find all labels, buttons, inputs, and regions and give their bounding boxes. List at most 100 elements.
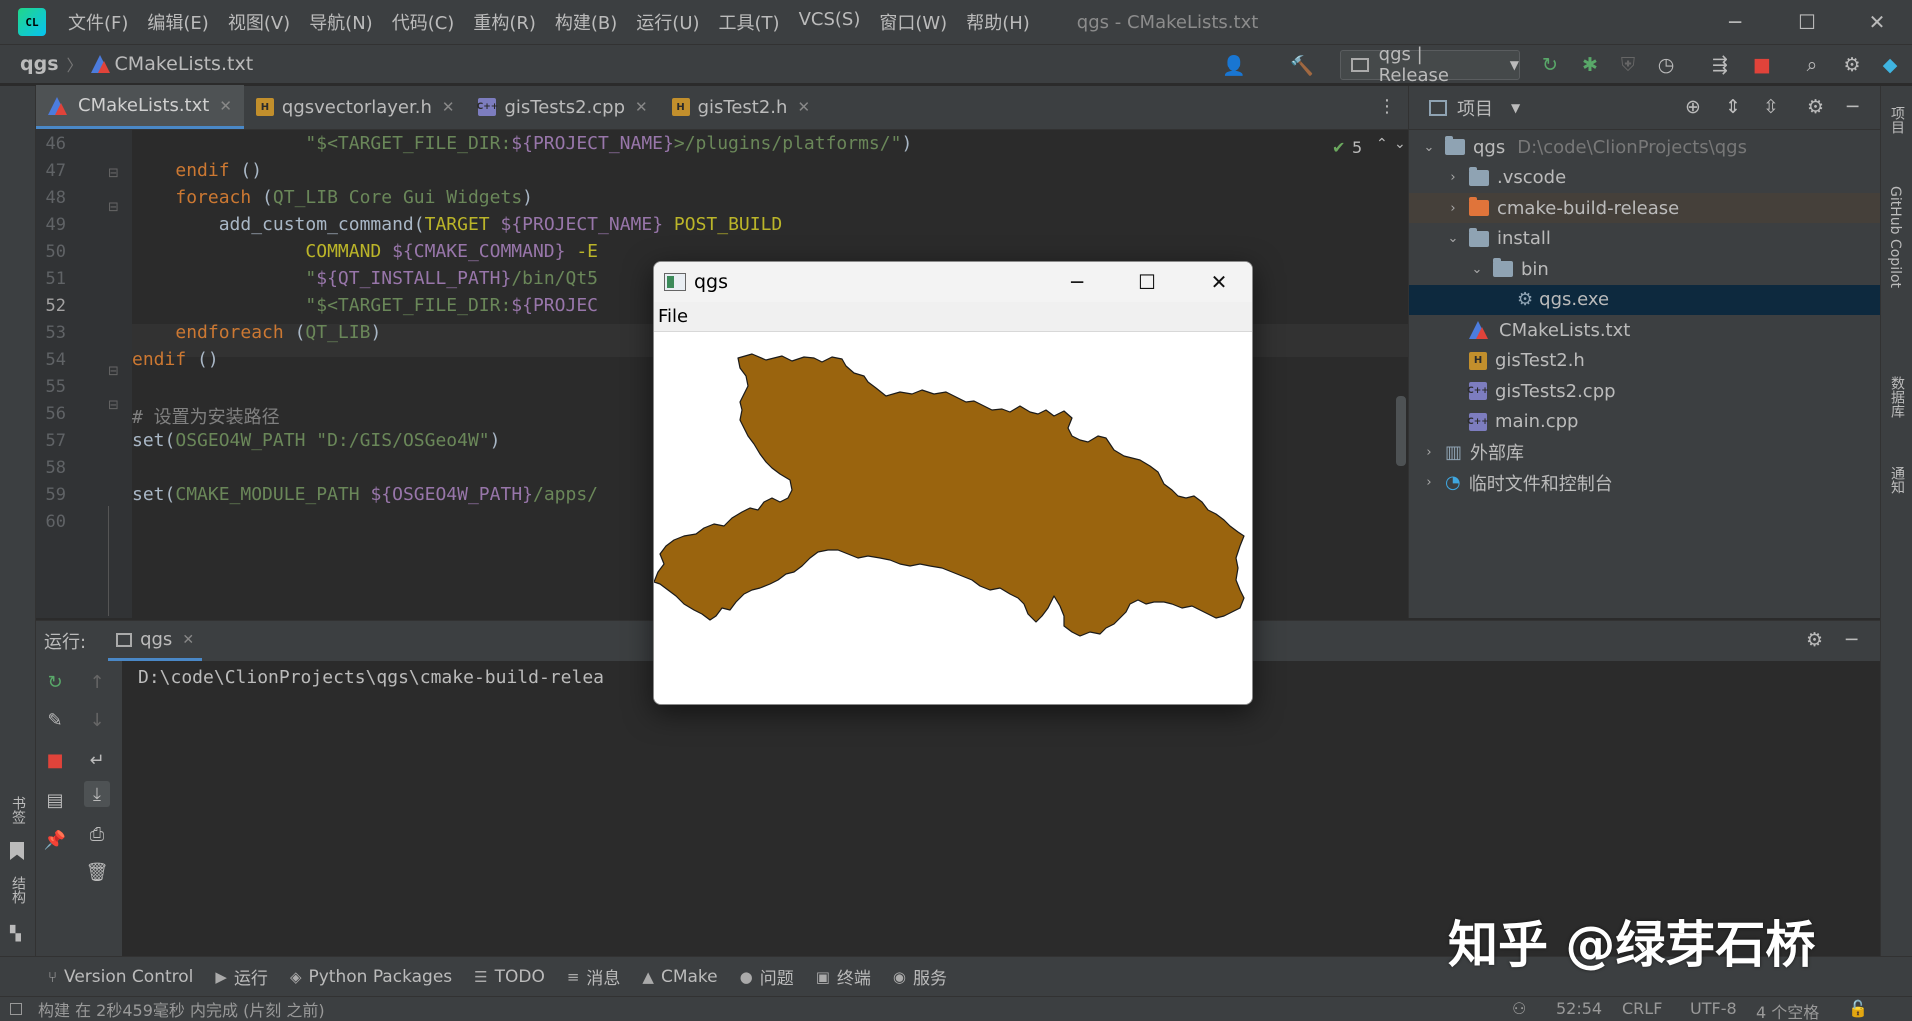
code-line[interactable]: foreach (QT_LIB Core Gui Widgets)	[132, 187, 533, 208]
line-ending[interactable]: CRLF	[1622, 999, 1662, 1018]
bottom-tab[interactable]: ▣ 终端	[816, 964, 871, 990]
vcs-icon[interactable]: ⚇	[1512, 999, 1526, 1018]
tree-item[interactable]: › .vscode	[1409, 163, 1881, 193]
bottom-tab[interactable]: ◈ Python Packages	[290, 967, 452, 987]
close-button[interactable]: ✕	[1842, 0, 1912, 44]
editor-scrollbar-thumb[interactable]	[1396, 396, 1406, 466]
tree-item[interactable]: HgisTest2.h	[1409, 346, 1881, 376]
close-tab-icon[interactable]: ✕	[635, 98, 648, 116]
fold-marker-icon[interactable]: ⊟	[108, 364, 119, 379]
more-tabs-icon[interactable]: ⋮	[1378, 96, 1396, 117]
prev-highlight-icon[interactable]: ⌃	[1376, 136, 1388, 152]
bottom-tab[interactable]: ☰ TODO	[474, 967, 545, 987]
file-encoding[interactable]: UTF-8	[1690, 999, 1737, 1018]
close-tab-icon[interactable]: ✕	[442, 98, 455, 116]
qgs-maximize-button[interactable]: ☐	[1114, 262, 1180, 302]
menu-item[interactable]: 工具(T)	[719, 9, 780, 35]
code-line[interactable]: set(CMAKE_MODULE_PATH ${OSGEO4W_PATH}/ap…	[132, 484, 598, 505]
menu-item[interactable]: 重构(R)	[473, 9, 536, 35]
settings-gear-icon[interactable]: ⚙	[1806, 629, 1823, 651]
hide-panel-icon[interactable]: ─	[1847, 96, 1858, 118]
settings-gear-icon[interactable]: ⚙	[1807, 96, 1824, 118]
status-toggle-icon[interactable]	[10, 1003, 22, 1015]
bottom-tab[interactable]: ◉ 服务	[893, 964, 947, 990]
run-tab-qgs[interactable]: qgs ✕	[108, 621, 203, 661]
user-icon[interactable]: 👤	[1222, 53, 1246, 77]
chevron-down-icon[interactable]: ⌄	[1421, 140, 1437, 155]
menu-item[interactable]: 代码(C)	[392, 9, 455, 35]
database-tool-label[interactable]: 数据库	[1887, 376, 1907, 418]
code-line[interactable]: "$<TARGET_FILE_DIR:${PROJECT_NAME}>/plug…	[132, 133, 912, 154]
inspection-check-icon[interactable]: ✔	[1332, 138, 1345, 157]
qgs-close-button[interactable]: ✕	[1186, 262, 1252, 302]
close-tab-icon[interactable]: ✕	[182, 632, 194, 648]
menu-item[interactable]: 窗口(W)	[879, 9, 947, 35]
tree-item[interactable]: › cmake-build-release	[1409, 193, 1881, 223]
attach-icon[interactable]: ⇶	[1708, 53, 1732, 77]
collapse-all-icon[interactable]: ⇳	[1763, 96, 1779, 118]
bottom-tab[interactable]: ≡ 消息	[567, 964, 621, 990]
tree-item[interactable]: › ◔ 临时文件和控制台	[1409, 468, 1881, 498]
inspection-count[interactable]: 5	[1352, 138, 1362, 157]
project-tool-label[interactable]: 项目	[1887, 106, 1907, 134]
menu-item[interactable]: VCS(S)	[799, 9, 861, 35]
trash-icon[interactable]: 🗑	[84, 859, 110, 885]
wrench-icon[interactable]: ✎	[42, 707, 68, 733]
tree-item[interactable]: ⌄ bin	[1409, 254, 1881, 284]
stop-icon[interactable]: ■	[42, 747, 68, 773]
breadcrumb-project[interactable]: qgs	[20, 53, 59, 75]
chevron-down-icon[interactable]: ⌄	[1445, 231, 1461, 246]
chevron-right-icon[interactable]: ›	[1445, 170, 1461, 185]
console-output[interactable]: D:\code\ClionProjects\qgs\cmake-build-re…	[138, 667, 604, 688]
tree-item[interactable]: C++ main.cpp	[1409, 407, 1881, 437]
code-line[interactable]: endif ()	[132, 349, 219, 370]
chevron-down-icon[interactable]: ▼	[1511, 101, 1520, 115]
rerun-icon[interactable]: ↻	[1538, 53, 1562, 77]
qgs-minimize-button[interactable]: ─	[1044, 262, 1110, 302]
code-line[interactable]: endif ()	[132, 160, 262, 181]
toolbox-icon[interactable]: ◆	[1878, 53, 1902, 77]
locate-icon[interactable]: ⊕	[1685, 96, 1701, 118]
structure-icon[interactable]: ▚	[10, 926, 21, 942]
breadcrumb-file[interactable]: CMakeLists.txt	[115, 53, 254, 75]
soft-wrap-icon[interactable]: ↵	[84, 747, 110, 773]
code-line[interactable]: # 设置为安装路径	[132, 403, 280, 429]
run-config-selector[interactable]: qgs | Release ▼	[1340, 44, 1520, 86]
project-panel-title[interactable]: 项目	[1457, 95, 1493, 121]
tree-item[interactable]: ⌄ qgs D:\code\ClionProjects\qgs	[1409, 132, 1881, 162]
print-icon[interactable]: ⎙	[84, 821, 110, 847]
next-highlight-icon[interactable]: ⌄	[1394, 136, 1406, 152]
minimize-button[interactable]: ─	[1700, 0, 1770, 44]
qgs-map-canvas[interactable]	[654, 332, 1252, 704]
build-hammer-icon[interactable]: 🔨	[1290, 53, 1314, 77]
chevron-right-icon[interactable]: ›	[1421, 475, 1437, 490]
debug-bug-icon[interactable]: ✱	[1578, 53, 1602, 77]
editor-tab[interactable]: Hqgsvectorlayer.h ✕	[244, 85, 467, 129]
expand-all-icon[interactable]: ⇕	[1725, 96, 1741, 118]
scroll-to-end-icon[interactable]: ⤓	[84, 781, 110, 807]
status-message[interactable]: 构建 在 2秒459毫秒 内完成 (片刻 之前)	[38, 997, 325, 1021]
notifications-tool-label[interactable]: 通知	[1887, 466, 1907, 494]
arrow-up-icon[interactable]: ↑	[84, 669, 110, 695]
menu-item[interactable]: 构建(B)	[555, 9, 617, 35]
chevron-right-icon[interactable]: ›	[1445, 201, 1461, 216]
pin-icon[interactable]: 📌	[42, 827, 68, 853]
close-tab-icon[interactable]: ✕	[797, 98, 810, 116]
code-line[interactable]: "${QT_INSTALL_PATH}/bin/Qt5	[132, 268, 598, 289]
code-line[interactable]: endforeach (QT_LIB)	[132, 322, 381, 343]
tree-item[interactable]: ⌄ install	[1409, 224, 1881, 254]
fold-marker-icon[interactable]: ⊟	[108, 166, 119, 181]
fold-marker-icon[interactable]: ⊟	[108, 200, 119, 215]
bottom-tab[interactable]: ⑂ Version Control	[48, 967, 193, 987]
arrow-down-icon[interactable]: ↓	[84, 707, 110, 733]
qgs-file-menu[interactable]: File	[658, 306, 688, 327]
menu-item[interactable]: 视图(V)	[228, 9, 290, 35]
profiler-icon[interactable]: ◷	[1654, 53, 1678, 77]
code-line[interactable]: add_custom_command(TARGET ${PROJECT_NAME…	[132, 214, 783, 235]
hide-panel-icon[interactable]: ─	[1846, 629, 1857, 651]
bottom-tab[interactable]: ▶ 运行	[215, 964, 268, 990]
menu-item[interactable]: 导航(N)	[309, 9, 373, 35]
menu-item[interactable]: 运行(U)	[636, 9, 699, 35]
code-line[interactable]: "$<TARGET_FILE_DIR:${PROJEC	[132, 295, 598, 316]
fold-marker-icon[interactable]: ⊟	[108, 398, 119, 413]
